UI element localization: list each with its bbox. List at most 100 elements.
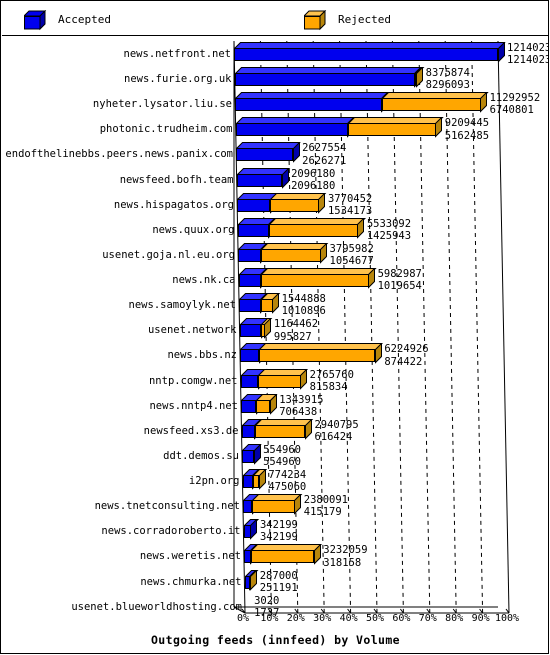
bar-side-face — [272, 293, 280, 314]
bar-value-labels: 1343915 706438 — [279, 394, 323, 418]
bar-segment-accepted — [240, 343, 267, 365]
bar-segment-accepted — [244, 544, 259, 566]
bar-accepted-value: 815834 — [309, 380, 348, 393]
x-axis-tick-label: 90% — [471, 613, 490, 624]
bar-value-labels: 8375874 8296093 — [426, 67, 470, 91]
bar-top-face — [259, 343, 384, 351]
chart-row: newsfeed.bofh.team 2096180 2096180 — [2, 167, 549, 194]
legend-label-rejected: Rejected — [338, 12, 391, 26]
legend-label-accepted: Accepted — [58, 12, 111, 26]
bar-total-value: 3020 — [254, 594, 280, 607]
bar-accepted-value: 1425943 — [366, 230, 412, 243]
bar-total-value: 774234 — [268, 469, 307, 482]
chart-row: news.chmurka.net 287000 251191 — [2, 569, 549, 596]
row-label: nyheter.lysator.liu.se — [92, 98, 232, 111]
row-label: newsfeed.bofh.team — [119, 173, 234, 186]
bar-value-labels: 6224926 874422 — [384, 343, 428, 367]
chart-row: news.tnetconsulting.net 2380091 415179 — [2, 494, 549, 520]
bar-side-face — [292, 142, 300, 164]
legend-item-accepted: Accepted — [24, 2, 111, 36]
row-label: usenet.network — [147, 324, 237, 337]
row-label: news.nntp4.net — [149, 399, 238, 412]
bar-value-labels: 11292952 6740801 — [490, 92, 541, 116]
x-axis-tick-labels: 0% 10% 20% 30% 40% 50% 60% 70% 80% 90% 100% — [1, 613, 550, 629]
bar-value-labels: 3795982 1054677 — [330, 243, 374, 267]
bar-side-face — [250, 569, 258, 591]
x-axis-tick-label: 60% — [392, 613, 411, 624]
bar-value-labels: 5982987 1019654 — [378, 268, 422, 292]
bar-segment-rejected — [254, 418, 314, 440]
bar-side-face — [497, 42, 505, 63]
row-label: newsfeed.xs3.de — [143, 424, 239, 437]
bar-side-face — [281, 167, 289, 189]
bar-total-value: 6224926 — [384, 343, 429, 356]
bar-side-face — [304, 418, 312, 440]
bar-segment-rejected — [252, 494, 303, 515]
bar-top-face — [234, 42, 506, 49]
bar-accepted-value: 1534173 — [327, 204, 373, 217]
x-axis-tick-label: 70% — [418, 613, 437, 624]
bar-value-labels: 1214023812140238 — [507, 42, 549, 66]
bar-accepted-value: 251191 — [259, 581, 298, 594]
bar-segment-accepted — [239, 318, 269, 340]
chart-row: ddt.demos.su 554960 554960 — [2, 443, 549, 470]
bar-top-face — [347, 117, 444, 125]
bar-total-value: 1544888 — [281, 293, 326, 306]
bar-total-value: 1343915 — [279, 393, 324, 406]
bar-value-labels: 774234 475060 — [268, 469, 306, 493]
bar-value-labels: 554960 554960 — [263, 444, 301, 468]
bar-segment-rejected — [252, 469, 268, 490]
bar-accepted-value: 1054677 — [329, 255, 374, 268]
row-label: news.quux.org — [152, 223, 235, 236]
bar-accepted-value: 8296093 — [425, 79, 470, 92]
bar-total-value: 2380091 — [303, 494, 349, 507]
row-label: news.corradoroberto.it — [101, 525, 241, 538]
bar-segment-accepted — [242, 469, 261, 490]
bar-accepted-value: 554960 — [263, 456, 301, 469]
row-label: news.samoylyk.net — [128, 299, 236, 312]
bar-side-face — [250, 519, 258, 540]
bar-total-value: 342199 — [259, 519, 298, 532]
chart-row: usenet.network 1164462 995827 — [2, 318, 549, 344]
chart-row: news.corradoroberto.it 342199 342199 — [2, 519, 549, 545]
bar-total-value: 1164462 — [273, 318, 319, 331]
bar-top-face — [260, 268, 377, 276]
bar-total-value: 3795982 — [329, 242, 374, 255]
bar-segment-rejected — [258, 368, 309, 390]
bar-accepted-value: 995827 — [273, 330, 312, 343]
bar-value-labels: 3232059 318158 — [323, 544, 367, 568]
bar-side-face — [258, 469, 266, 490]
bar-top-face — [268, 217, 366, 225]
bar-total-value: 554960 — [263, 443, 301, 456]
bar-segment-accepted — [241, 393, 265, 415]
bar-value-labels: 342199 342199 — [260, 519, 298, 543]
bar-segment-rejected — [249, 569, 259, 591]
bar-side-face — [374, 343, 382, 365]
row-label: ddt.demos.su — [163, 449, 239, 462]
bar-accepted-value: 475060 — [268, 481, 307, 494]
x-axis-tick-label: 40% — [339, 613, 358, 624]
bar-side-face — [269, 393, 277, 415]
bar-segment-accepted — [236, 142, 301, 164]
bar-value-labels: 1164462 995827 — [274, 318, 318, 342]
row-label: usenet.goja.nl.eu.org — [102, 248, 235, 261]
bar-side-face — [480, 92, 488, 113]
chart-row: news.nk.ca 5982987 1019654 — [2, 268, 549, 294]
bar-total-value: 2096180 — [291, 167, 336, 180]
x-axis-tick-label: 100% — [494, 613, 520, 624]
bar-segment-rejected — [250, 544, 322, 566]
bar-total-value: 3232059 — [323, 544, 368, 557]
bar-total-value: 2765760 — [309, 368, 354, 381]
row-label: nntp.comgw.net — [148, 374, 238, 387]
bar-side-face — [294, 494, 302, 515]
bar-segment-accepted — [238, 268, 269, 289]
bar-total-value: 11292952 — [489, 92, 541, 105]
bar-top-face — [235, 117, 356, 125]
bar-side-face — [253, 443, 261, 465]
row-label: photonic.trudheim.com — [99, 123, 233, 136]
bar-segment-accepted — [238, 242, 269, 264]
bar-accepted-value: 12140238 — [507, 54, 549, 67]
chart-row: endofthelinebbs.peers.news.panix.com 2627… — [2, 142, 549, 168]
bar-total-value: 2940795 — [314, 418, 359, 431]
chart-row: nyheter.lysator.liu.se 11292952 6740801 — [2, 92, 549, 118]
